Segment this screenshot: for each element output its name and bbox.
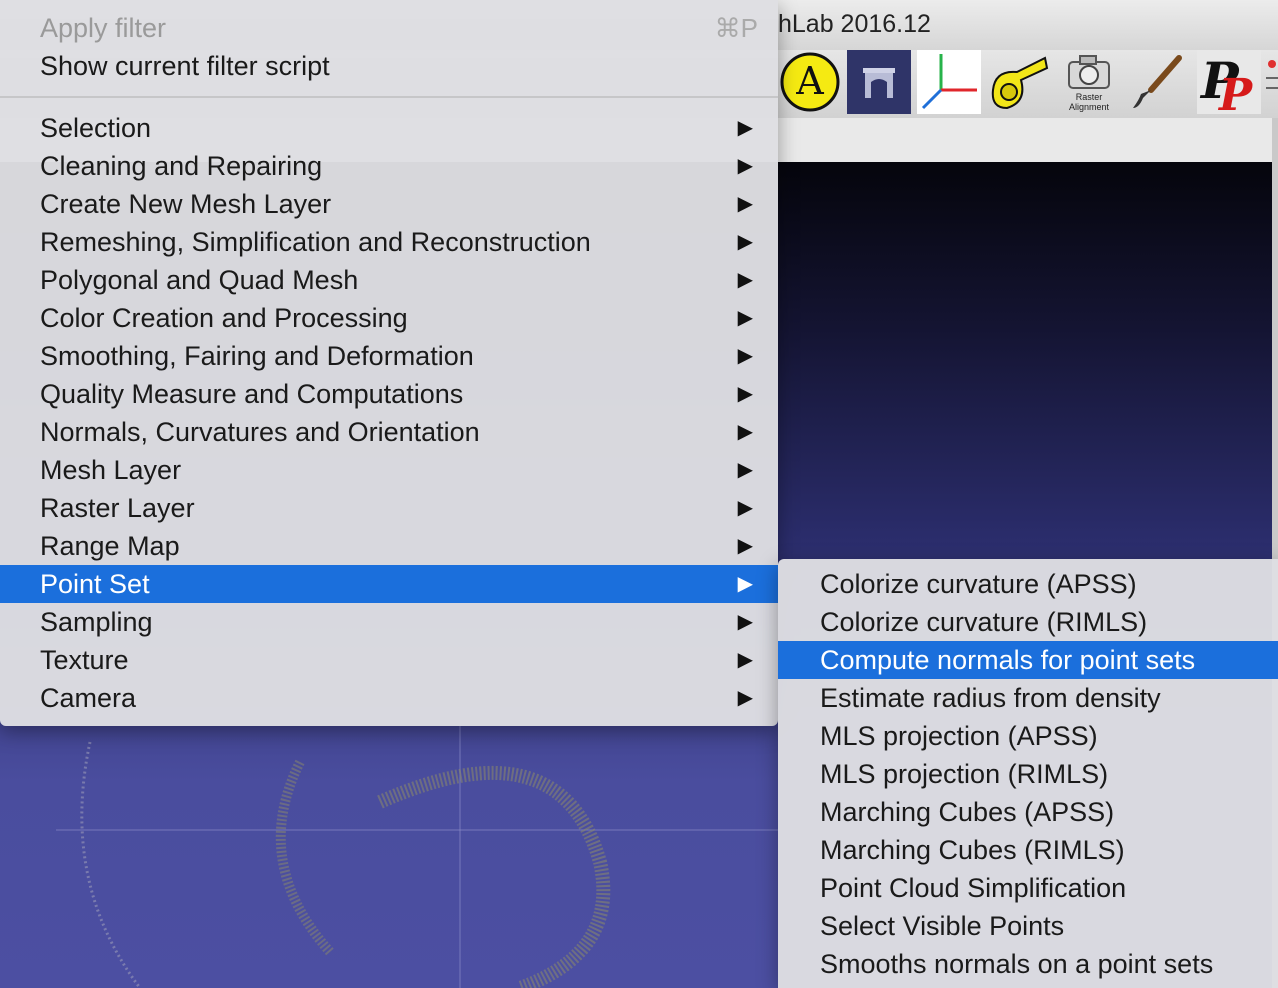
menu-item-quality-measure[interactable]: Quality Measure and Computations ▶ [0, 375, 778, 413]
paint-brush-icon[interactable] [1127, 50, 1191, 114]
menu-item-label: Point Set [40, 569, 150, 599]
menu-item-label: Color Creation and Processing [40, 303, 408, 333]
menu-item-label: Polygonal and Quad Mesh [40, 265, 359, 295]
toolbar-overflow-control[interactable] [1266, 54, 1278, 114]
submenu-arrow-icon: ▶ [737, 193, 753, 215]
menu-item-range-map[interactable]: Range Map ▶ [0, 527, 778, 565]
menu-item-remeshing[interactable]: Remeshing, Simplification and Reconstruc… [0, 223, 778, 261]
menu-item-polygonal-quad[interactable]: Polygonal and Quad Mesh ▶ [0, 261, 778, 299]
apply-filter-label: Apply filter [40, 13, 167, 43]
menu-item-label: Camera [40, 683, 137, 713]
submenu-arrow-icon: ▶ [737, 269, 753, 291]
menu-item-texture[interactable]: Texture ▶ [0, 641, 778, 679]
submenu-arrow-icon: ▶ [737, 649, 753, 671]
annotation-a-icon[interactable]: A [778, 50, 842, 114]
submenu-item-colorize-apss[interactable]: Colorize curvature (APSS) [778, 565, 1278, 603]
menu-item-label: Mesh Layer [40, 455, 182, 485]
submenu-item-marching-rimls[interactable]: Marching Cubes (RIMLS) [778, 831, 1278, 869]
submenu-arrow-icon: ▶ [737, 307, 753, 329]
submenu-arrow-icon: ▶ [737, 231, 753, 253]
submenu-arrow-icon: ▶ [737, 383, 753, 405]
menu-item-label: Smoothing, Fairing and Deformation [40, 341, 474, 371]
submenu-item-label: MLS projection (RIMLS) [820, 759, 1109, 789]
submenu-item-label: Smooths normals on a point sets [820, 949, 1214, 979]
menu-item-selection[interactable]: Selection ▶ [0, 109, 778, 147]
submenu-item-mls-rimls[interactable]: MLS projection (RIMLS) [778, 755, 1278, 793]
submenu-item-compute-normals[interactable]: Compute normals for point sets [778, 641, 1278, 679]
submenu-arrow-icon: ▶ [737, 497, 753, 519]
menu-item-label: Create New Mesh Layer [40, 189, 332, 219]
arch-render-icon[interactable] [847, 50, 911, 114]
submenu-item-marching-apss[interactable]: Marching Cubes (APSS) [778, 793, 1278, 831]
raster-alignment-label: Raster Alignment [1068, 92, 1110, 112]
submenu-item-colorize-rimls[interactable]: Colorize curvature (RIMLS) [778, 603, 1278, 641]
menu-item-label: Remeshing, Simplification and Reconstruc… [40, 227, 591, 257]
submenu-item-select-visible[interactable]: Select Visible Points [778, 907, 1278, 945]
submenu-item-mls-apss[interactable]: MLS projection (APSS) [778, 717, 1278, 755]
submenu-arrow-icon: ▶ [737, 117, 753, 139]
submenu-item-point-cloud-simplification[interactable]: Point Cloud Simplification [778, 869, 1278, 907]
submenu-item-label: Marching Cubes (RIMLS) [820, 835, 1125, 865]
menu-item-raster-layer[interactable]: Raster Layer ▶ [0, 489, 778, 527]
menu-item-label: Quality Measure and Computations [40, 379, 464, 409]
raster-alignment-icon[interactable]: Raster Alignment [1057, 50, 1121, 114]
window-title: hLab 2016.12 [778, 10, 931, 38]
apply-filter-item[interactable]: Apply filter ⌘P [0, 9, 778, 47]
submenu-arrow-icon: ▶ [737, 421, 753, 443]
submenu-item-label: Compute normals for point sets [820, 645, 1196, 675]
menu-item-create-mesh-layer[interactable]: Create New Mesh Layer ▶ [0, 185, 778, 223]
submenu-item-label: Marching Cubes (APSS) [820, 797, 1115, 827]
submenu-arrow-icon: ▶ [737, 535, 753, 557]
annotation-a-glyph: A [795, 59, 824, 103]
menu-item-label: Selection [40, 113, 152, 143]
submenu-item-label: Select Visible Points [820, 911, 1065, 941]
menu-item-mesh-layer[interactable]: Mesh Layer ▶ [0, 451, 778, 489]
submenu-item-smooth-normals[interactable]: Smooths normals on a point sets [778, 945, 1278, 983]
menu-separator [0, 96, 778, 98]
submenu-arrow-icon: ▶ [737, 573, 753, 595]
menu-item-camera[interactable]: Camera ▶ [0, 679, 778, 717]
apply-filter-shortcut: ⌘P [714, 13, 758, 43]
submenu-item-label: Colorize curvature (APSS) [820, 569, 1137, 599]
filters-menu: Apply filter ⌘P Show current filter scri… [0, 0, 778, 726]
menu-item-cleaning-repairing[interactable]: Cleaning and Repairing ▶ [0, 147, 778, 185]
menu-item-label: Normals, Curvatures and Orientation [40, 417, 480, 447]
menu-item-label: Cleaning and Repairing [40, 151, 323, 181]
menu-item-point-set[interactable]: Point Set ▶ [0, 565, 778, 603]
menu-item-smoothing[interactable]: Smoothing, Fairing and Deformation ▶ [0, 337, 778, 375]
pp-glyph-2: P [1217, 70, 1254, 114]
measure-tape-icon[interactable] [987, 50, 1051, 114]
menu-item-label: Texture [40, 645, 129, 675]
axes-icon[interactable] [917, 50, 981, 114]
submenu-item-label: Point Cloud Simplification [820, 873, 1127, 903]
submenu-arrow-icon: ▶ [737, 345, 753, 367]
point-set-submenu: Colorize curvature (APSS) Colorize curva… [778, 559, 1278, 988]
submenu-item-label: MLS projection (APSS) [820, 721, 1098, 751]
submenu-item-estimate-radius[interactable]: Estimate radius from density [778, 679, 1278, 717]
show-filter-script-item[interactable]: Show current filter script [0, 47, 778, 85]
submenu-arrow-icon: ▶ [737, 155, 753, 177]
menu-item-label: Sampling [40, 607, 153, 637]
menu-item-label: Raster Layer [40, 493, 195, 523]
submenu-arrow-icon: ▶ [737, 611, 753, 633]
submenu-item-label: Estimate radius from density [820, 683, 1161, 713]
menu-item-normals-curvatures[interactable]: Normals, Curvatures and Orientation ▶ [0, 413, 778, 451]
submenu-arrow-icon: ▶ [737, 459, 753, 481]
menu-item-sampling[interactable]: Sampling ▶ [0, 603, 778, 641]
submenu-arrow-icon: ▶ [737, 687, 753, 709]
menu-item-label: Range Map [40, 531, 180, 561]
submenu-item-label: Colorize curvature (RIMLS) [820, 607, 1148, 637]
show-filter-script-label: Show current filter script [40, 51, 330, 81]
menu-item-color-creation[interactable]: Color Creation and Processing ▶ [0, 299, 778, 337]
pp-icon[interactable]: P P [1197, 50, 1261, 114]
